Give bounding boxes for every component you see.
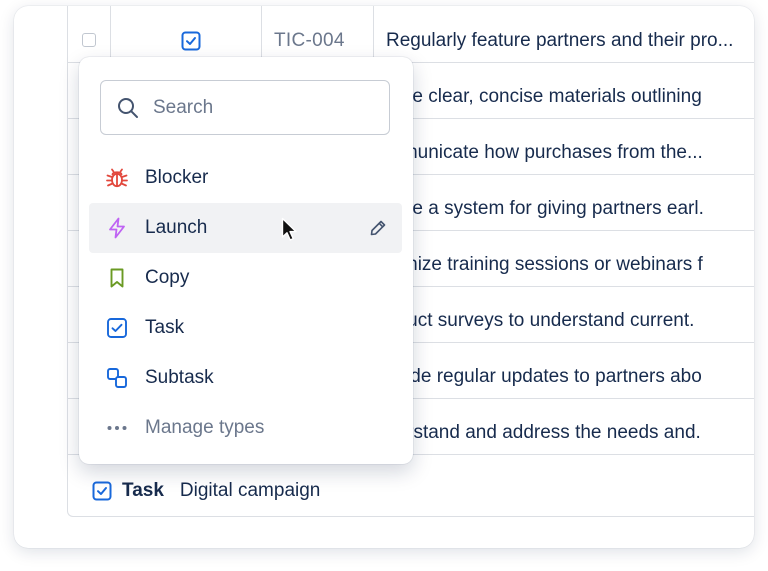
menu-item-label: Manage types [145,417,265,438]
issue-summary: Regularly feature partners and their pro… [386,30,734,51]
new-issue-summary[interactable]: Digital campaign [180,480,320,502]
issue-summary: eate clear, concise materials outlining [386,86,702,107]
summary-cell[interactable]: nduct surveys to understand current. [374,286,754,342]
issue-type-label: Task [122,480,164,501]
menu-item-label: Launch [145,217,208,238]
bookmark-icon [110,268,124,288]
pencil-icon[interactable] [368,218,388,238]
menu-item-blocker[interactable]: Blocker [89,153,402,203]
menu-item-label: Subtask [145,367,214,388]
menu-item-label: Blocker [145,167,209,188]
more-icon [107,426,127,430]
issue-summary: eate a system for giving partners earl. [386,198,704,219]
menu-item-subtask[interactable]: Subtask [89,353,402,403]
search-icon [118,98,138,118]
summary-cell[interactable]: eate clear, concise materials outlining [374,62,754,118]
lightning-icon [109,217,125,239]
summary-cell[interactable]: ovide regular updates to partners abo [374,342,754,398]
menu-item-launch[interactable]: Launch [89,203,402,253]
summary-cell[interactable]: ganize training sessions or webinars f [374,230,754,286]
issue-summary: mmunicate how purchases from the... [386,142,703,163]
summary-cell[interactable]: derstand and address the needs and. [374,398,754,454]
checkbox-icon [107,318,127,338]
task-type-icon[interactable] [181,31,201,51]
menu-item-task[interactable]: Task [89,303,402,353]
mouse-cursor-icon [281,217,297,241]
issue-summary: nduct surveys to understand current. [386,310,695,331]
type-cell[interactable] [111,6,262,62]
summary-cell[interactable]: Regularly feature partners and their pro… [374,6,754,62]
summary-cell[interactable]: mmunicate how purchases from the... [374,118,754,174]
search-field[interactable] [100,80,390,135]
menu-item-label: Copy [145,267,190,288]
bug-icon [106,168,128,188]
menu-item-label: Task [145,317,185,338]
issue-type-dropdown: Blocker Launch Copy Task Subtask [79,57,413,464]
menu-item-copy[interactable]: Copy [89,253,402,303]
menu-item-manage-types[interactable]: Manage types [89,403,402,453]
search-input[interactable] [151,93,375,123]
table-row[interactable]: TIC-004 Regularly feature partners and t… [68,6,754,63]
row-checkbox[interactable] [82,33,96,47]
subtask-icon [107,368,127,388]
key-cell: TIC-004 [262,6,374,62]
summary-cell[interactable]: eate a system for giving partners earl. [374,174,754,230]
task-type-icon[interactable] [92,481,112,501]
issue-summary: derstand and address the needs and. [386,422,701,443]
create-issue-row[interactable]: Task Digital campaign [92,476,320,506]
issue-summary: ovide regular updates to partners abo [386,366,702,387]
issue-key: TIC-004 [274,30,345,51]
issue-summary: ganize training sessions or webinars f [386,254,703,275]
row-select-cell [68,6,111,62]
